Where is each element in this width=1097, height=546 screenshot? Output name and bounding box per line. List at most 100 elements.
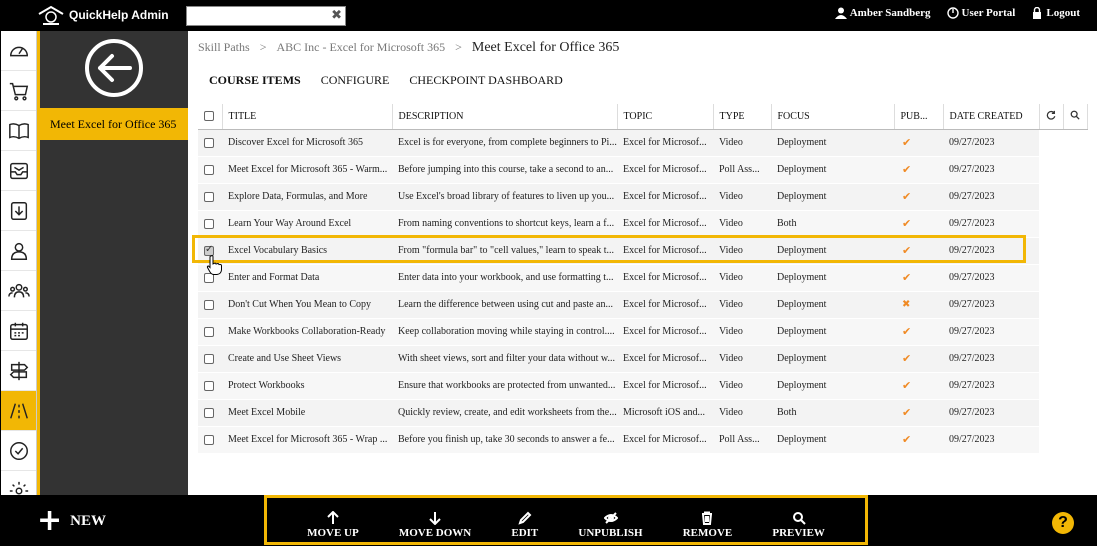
row-published: ✔ [894,210,943,238]
row-focus: Both [771,210,894,238]
rail-groups[interactable] [1,271,36,311]
row-topic: Microsoft iOS and... [617,399,713,427]
row-checkbox[interactable] [204,407,214,418]
row-date-created: 09/27/2023 [943,318,1039,346]
table-row[interactable]: Learn Your Way Around Excel From naming c… [198,210,1087,238]
row-focus: Deployment [771,291,894,319]
row-checkbox[interactable] [204,380,214,391]
rail-inbox[interactable] [1,151,36,191]
table-row[interactable]: Don't Cut When You Mean to Copy Learn the… [198,291,1087,319]
table-row[interactable]: Create and Use Sheet Views With sheet vie… [198,345,1087,373]
column-header-published[interactable]: PUB... [894,104,944,130]
logout-link[interactable]: Logout [1031,7,1080,19]
logout-label: Logout [1046,7,1080,19]
tab-course-items[interactable]: COURSE ITEMS [209,73,301,88]
published-check-icon: ✔ [902,136,912,149]
published-check-icon: ✔ [902,271,912,284]
table-row[interactable]: Excel Vocabulary BasicsFrom "formula bar… [198,237,1087,265]
column-header-topic[interactable]: TOPIC [617,104,714,130]
row-focus: Deployment [771,372,894,400]
unpublish-button[interactable]: UNPUBLISH [578,501,643,539]
table-row[interactable]: Meet Excel for Microsoft 365 - Wrap ... B… [198,426,1087,454]
row-title: Enter and Format Data [222,264,392,292]
user-menu[interactable]: Amber Sandberg [834,7,931,19]
row-checkbox[interactable] [204,434,214,445]
rail-calendar[interactable] [1,311,36,351]
row-checkbox-cell [198,291,222,319]
rail-user[interactable] [1,231,36,271]
breadcrumb-item-course[interactable]: ABC Inc - Excel for Microsoft 365 [276,40,445,55]
checkmark-badge-icon [10,441,28,460]
preview-button[interactable]: PREVIEW [772,501,825,539]
row-topic: Excel for Microsof... [617,129,713,157]
users-icon [8,283,30,297]
column-header-focus[interactable]: FOCUS [771,104,895,130]
row-spacer [1063,291,1087,319]
row-topic: Excel for Microsof... [617,156,713,184]
row-checkbox[interactable] [204,137,214,148]
column-header-title[interactable]: TITLE [222,104,393,130]
row-description: Quickly review, create, and edit workshe… [392,399,617,427]
table-row[interactable]: Enter and Format Data Enter data into you… [198,264,1087,292]
row-checkbox[interactable] [204,164,214,175]
arrow-up-icon [327,511,339,524]
row-checkbox[interactable] [204,299,214,310]
row-published: ✔ [894,345,943,373]
row-spacer [1039,156,1063,184]
column-header-description[interactable]: DESCRIPTION [392,104,618,130]
search-input[interactable]: ✖ [186,6,346,26]
row-checkbox[interactable] [204,218,214,229]
rail-dashboard[interactable] [1,31,36,71]
user-portal-label: User Portal [961,7,1016,19]
remove-button[interactable]: REMOVE [683,501,732,539]
table-row[interactable]: Meet Excel Mobile Quickly review, create,… [198,399,1087,427]
rail-settings[interactable] [1,471,36,495]
row-published: ✔ [894,264,943,292]
app-title: QuickHelp Admin [69,8,169,22]
back-arrow-icon[interactable] [84,38,144,98]
rail-skill-paths[interactable] [1,351,36,391]
row-topic: Excel for Microsof... [617,291,713,319]
pencil-icon [518,511,532,525]
rail-roadmap[interactable] [1,391,36,431]
table-row[interactable]: Make Workbooks Collaboration-Ready Keep c… [198,318,1087,346]
clear-icon[interactable]: ✖ [331,8,342,23]
sidebar-item-active[interactable]: Meet Excel for Office 365 [40,108,188,140]
table-search-button[interactable] [1063,104,1088,130]
table-row[interactable]: Explore Data, Formulas, and More Use Exce… [198,183,1087,211]
help-button[interactable]: ? [1052,512,1074,534]
new-button[interactable]: + NEW [37,503,106,538]
breadcrumb-item-skill-paths[interactable]: Skill Paths [198,40,250,55]
column-header-type[interactable]: TYPE [713,104,772,130]
app-brand[interactable]: QuickHelp Admin [37,5,169,25]
row-checkbox[interactable] [204,191,214,202]
row-checkbox[interactable] [204,353,214,364]
trash-icon [702,511,713,525]
user-portal-link[interactable]: User Portal [946,7,1016,19]
refresh-button[interactable] [1039,104,1064,130]
tab-checkpoint-dashboard[interactable]: CHECKPOINT DASHBOARD [409,73,562,88]
breadcrumb-current: Meet Excel for Office 365 [471,40,620,55]
plus-icon: + [37,503,63,538]
row-checkbox[interactable] [204,326,214,337]
edit-button[interactable]: EDIT [511,501,538,539]
top-bar: QuickHelp Admin ✖ Amber Sandberg User Po… [1,1,1097,31]
column-header-date[interactable]: DATE CREATED [943,104,1040,130]
row-type: Video [713,183,771,211]
row-spacer [1039,183,1063,211]
move-down-button[interactable]: MOVE DOWN [399,501,471,539]
power-icon [946,7,959,19]
table-row[interactable]: Discover Excel for Microsoft 365 Excel is… [198,129,1087,157]
table-row[interactable]: Protect Workbooks Ensure that workbooks a… [198,372,1087,400]
row-focus: Deployment [771,318,894,346]
table-row[interactable]: Meet Excel for Microsoft 365 - Warm... Be… [198,156,1087,184]
rail-certifications[interactable] [1,431,36,471]
move-up-button[interactable]: MOVE UP [307,501,359,539]
select-all-checkbox[interactable] [204,111,214,122]
rail-downloads[interactable] [1,191,36,231]
rail-library[interactable] [1,111,36,151]
row-spacer [1039,318,1063,346]
row-title: Create and Use Sheet Views [222,345,392,373]
rail-store[interactable] [1,71,36,111]
tab-configure[interactable]: CONFIGURE [321,73,390,88]
